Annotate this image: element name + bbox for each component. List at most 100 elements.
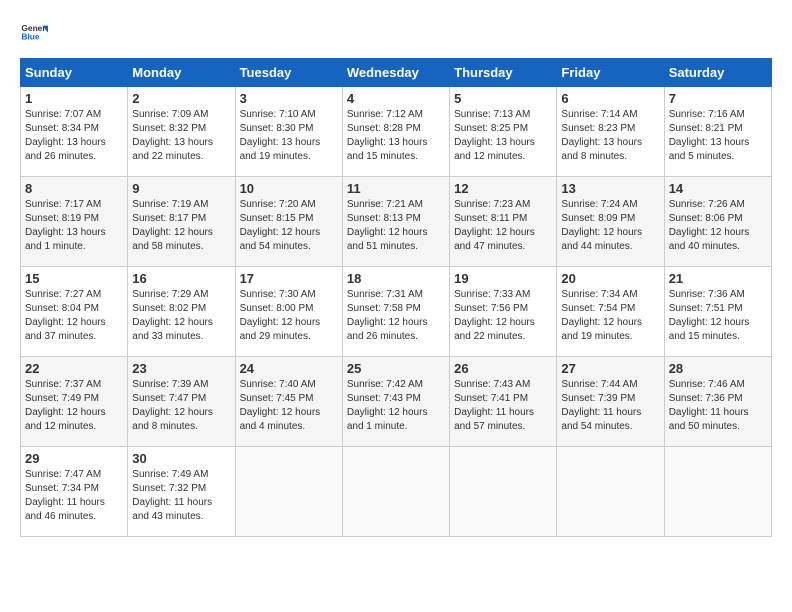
day-number: 2 <box>132 91 230 106</box>
day-cell: 13 Sunrise: 7:24 AMSunset: 8:09 PMDayligh… <box>557 177 664 267</box>
day-cell: 12Sunrise: 7:23 AMSunset: 8:11 PMDayligh… <box>450 177 557 267</box>
day-number: 28 <box>669 361 767 376</box>
day-cell: 14 Sunrise: 7:26 AMSunset: 8:06 PMDayligh… <box>664 177 771 267</box>
day-cell: 30 Sunrise: 7:49 AMSunset: 7:32 PMDayligh… <box>128 447 235 537</box>
day-info: Sunrise: 7:44 AMSunset: 7:39 PMDaylight:… <box>561 378 659 434</box>
day-cell: 4 Sunrise: 7:12 AMSunset: 8:28 PMDaylight… <box>342 87 449 177</box>
logo-icon: General Blue <box>20 20 48 48</box>
day-cell: 28 Sunrise: 7:46 AMSunset: 7:36 PMDayligh… <box>664 357 771 447</box>
day-number: 15 <box>25 271 123 286</box>
day-info: Sunrise: 7:07 AMSunset: 8:34 PMDaylight:… <box>25 108 123 164</box>
day-info: Sunrise: 7:19 AMSunset: 8:17 PMDaylight:… <box>132 198 230 254</box>
day-info: Sunrise: 7:10 AMSunset: 8:30 PMDaylight:… <box>240 108 338 164</box>
day-number: 3 <box>240 91 338 106</box>
day-info: Sunrise: 7:21 AMSunset: 8:13 PMDaylight:… <box>347 198 445 254</box>
day-cell: 20 Sunrise: 7:34 AMSunset: 7:54 PMDayligh… <box>557 267 664 357</box>
day-number: 13 <box>561 181 659 196</box>
day-cell: 9 Sunrise: 7:19 AMSunset: 8:17 PMDaylight… <box>128 177 235 267</box>
day-cell: 29 Sunrise: 7:47 AMSunset: 7:34 PMDayligh… <box>21 447 128 537</box>
day-cell: 21 Sunrise: 7:36 AMSunset: 7:51 PMDayligh… <box>664 267 771 357</box>
day-number: 6 <box>561 91 659 106</box>
day-number: 5 <box>454 91 552 106</box>
day-info: Sunrise: 7:13 AMSunset: 8:25 PMDaylight:… <box>454 108 552 164</box>
day-number: 4 <box>347 91 445 106</box>
day-info: Sunrise: 7:27 AMSunset: 8:04 PMDaylight:… <box>25 288 123 344</box>
day-info: Sunrise: 7:29 AMSunset: 8:02 PMDaylight:… <box>132 288 230 344</box>
col-header-wednesday: Wednesday <box>342 59 449 87</box>
page-header: General Blue <box>20 20 772 48</box>
day-cell <box>557 447 664 537</box>
day-number: 27 <box>561 361 659 376</box>
day-info: Sunrise: 7:14 AMSunset: 8:23 PMDaylight:… <box>561 108 659 164</box>
day-info: Sunrise: 7:26 AMSunset: 8:06 PMDaylight:… <box>669 198 767 254</box>
week-row-3: 15 Sunrise: 7:27 AMSunset: 8:04 PMDayligh… <box>21 267 772 357</box>
day-cell: 1Sunrise: 7:07 AMSunset: 8:34 PMDaylight… <box>21 87 128 177</box>
week-row-4: 22Sunrise: 7:37 AMSunset: 7:49 PMDayligh… <box>21 357 772 447</box>
day-cell: 3 Sunrise: 7:10 AMSunset: 8:30 PMDaylight… <box>235 87 342 177</box>
day-number: 26 <box>454 361 552 376</box>
day-info: Sunrise: 7:20 AMSunset: 8:15 PMDaylight:… <box>240 198 338 254</box>
day-number: 9 <box>132 181 230 196</box>
day-number: 14 <box>669 181 767 196</box>
day-info: Sunrise: 7:33 AMSunset: 7:56 PMDaylight:… <box>454 288 552 344</box>
week-row-5: 29 Sunrise: 7:47 AMSunset: 7:34 PMDayligh… <box>21 447 772 537</box>
col-header-sunday: Sunday <box>21 59 128 87</box>
col-header-friday: Friday <box>557 59 664 87</box>
logo: General Blue <box>20 20 48 48</box>
day-info: Sunrise: 7:46 AMSunset: 7:36 PMDaylight:… <box>669 378 767 434</box>
day-cell: 15 Sunrise: 7:27 AMSunset: 8:04 PMDayligh… <box>21 267 128 357</box>
day-cell: 6 Sunrise: 7:14 AMSunset: 8:23 PMDaylight… <box>557 87 664 177</box>
week-row-2: 8Sunrise: 7:17 AMSunset: 8:19 PMDaylight… <box>21 177 772 267</box>
day-cell: 7 Sunrise: 7:16 AMSunset: 8:21 PMDaylight… <box>664 87 771 177</box>
day-info: Sunrise: 7:30 AMSunset: 8:00 PMDaylight:… <box>240 288 338 344</box>
day-number: 19 <box>454 271 552 286</box>
col-header-saturday: Saturday <box>664 59 771 87</box>
day-info: Sunrise: 7:34 AMSunset: 7:54 PMDaylight:… <box>561 288 659 344</box>
svg-text:Blue: Blue <box>21 32 39 42</box>
day-info: Sunrise: 7:43 AMSunset: 7:41 PMDaylight:… <box>454 378 552 434</box>
day-number: 29 <box>25 451 123 466</box>
day-info: Sunrise: 7:09 AMSunset: 8:32 PMDaylight:… <box>132 108 230 164</box>
day-info: Sunrise: 7:31 AMSunset: 7:58 PMDaylight:… <box>347 288 445 344</box>
day-info: Sunrise: 7:36 AMSunset: 7:51 PMDaylight:… <box>669 288 767 344</box>
day-number: 21 <box>669 271 767 286</box>
day-cell: 24 Sunrise: 7:40 AMSunset: 7:45 PMDayligh… <box>235 357 342 447</box>
day-info: Sunrise: 7:12 AMSunset: 8:28 PMDaylight:… <box>347 108 445 164</box>
day-cell: 17 Sunrise: 7:30 AMSunset: 8:00 PMDayligh… <box>235 267 342 357</box>
day-info: Sunrise: 7:37 AMSunset: 7:49 PMDaylight:… <box>25 378 123 434</box>
day-number: 20 <box>561 271 659 286</box>
day-number: 7 <box>669 91 767 106</box>
day-info: Sunrise: 7:49 AMSunset: 7:32 PMDaylight:… <box>132 468 230 524</box>
day-cell: 26 Sunrise: 7:43 AMSunset: 7:41 PMDayligh… <box>450 357 557 447</box>
day-cell: 19 Sunrise: 7:33 AMSunset: 7:56 PMDayligh… <box>450 267 557 357</box>
day-number: 17 <box>240 271 338 286</box>
day-number: 18 <box>347 271 445 286</box>
day-cell <box>450 447 557 537</box>
day-info: Sunrise: 7:42 AMSunset: 7:43 PMDaylight:… <box>347 378 445 434</box>
day-cell: 10Sunrise: 7:20 AMSunset: 8:15 PMDayligh… <box>235 177 342 267</box>
day-cell: 23 Sunrise: 7:39 AMSunset: 7:47 PMDayligh… <box>128 357 235 447</box>
col-header-thursday: Thursday <box>450 59 557 87</box>
day-info: Sunrise: 7:24 AMSunset: 8:09 PMDaylight:… <box>561 198 659 254</box>
week-row-1: 1Sunrise: 7:07 AMSunset: 8:34 PMDaylight… <box>21 87 772 177</box>
day-number: 24 <box>240 361 338 376</box>
col-header-monday: Monday <box>128 59 235 87</box>
day-cell: 27 Sunrise: 7:44 AMSunset: 7:39 PMDayligh… <box>557 357 664 447</box>
day-number: 11 <box>347 181 445 196</box>
day-info: Sunrise: 7:23 AMSunset: 8:11 PMDaylight:… <box>454 198 552 254</box>
day-number: 30 <box>132 451 230 466</box>
day-cell: 2 Sunrise: 7:09 AMSunset: 8:32 PMDaylight… <box>128 87 235 177</box>
day-cell <box>664 447 771 537</box>
day-cell: 5 Sunrise: 7:13 AMSunset: 8:25 PMDaylight… <box>450 87 557 177</box>
day-info: Sunrise: 7:40 AMSunset: 7:45 PMDaylight:… <box>240 378 338 434</box>
day-info: Sunrise: 7:39 AMSunset: 7:47 PMDaylight:… <box>132 378 230 434</box>
day-number: 23 <box>132 361 230 376</box>
day-cell <box>342 447 449 537</box>
day-cell: 22Sunrise: 7:37 AMSunset: 7:49 PMDayligh… <box>21 357 128 447</box>
day-info: Sunrise: 7:16 AMSunset: 8:21 PMDaylight:… <box>669 108 767 164</box>
day-info: Sunrise: 7:47 AMSunset: 7:34 PMDaylight:… <box>25 468 123 524</box>
day-cell: 11 Sunrise: 7:21 AMSunset: 8:13 PMDayligh… <box>342 177 449 267</box>
day-cell: 8Sunrise: 7:17 AMSunset: 8:19 PMDaylight… <box>21 177 128 267</box>
day-cell: 16Sunrise: 7:29 AMSunset: 8:02 PMDayligh… <box>128 267 235 357</box>
day-number: 8 <box>25 181 123 196</box>
